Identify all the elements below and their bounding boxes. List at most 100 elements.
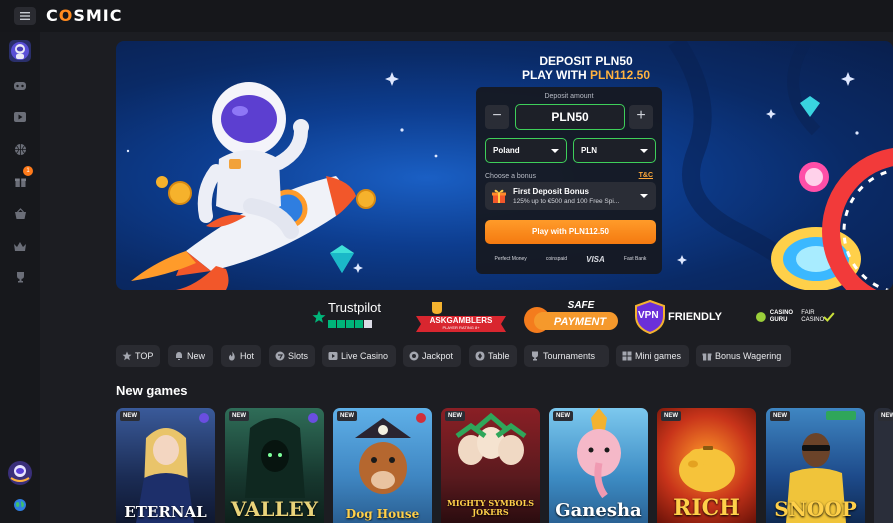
live-icon	[328, 352, 338, 360]
grid-icon	[622, 351, 632, 361]
gift-icon[interactable]: 1	[9, 166, 33, 192]
payment-label: PAYMENT	[553, 316, 607, 328]
filter-slots[interactable]: Slots	[269, 345, 315, 367]
gamepad-icon[interactable]	[9, 75, 31, 97]
casino-guru-logo[interactable]: CASINO GURU FAIR CASINO	[755, 300, 835, 334]
basket-icon[interactable]	[9, 203, 31, 225]
filter-bonus-wagering[interactable]: Bonus Wagering	[696, 345, 791, 367]
perfect-money-logo: Perfect Money	[494, 256, 527, 262]
currency-select[interactable]: PLN	[573, 138, 656, 163]
trophy-icon[interactable]	[9, 266, 31, 288]
filter-mini-games[interactable]: Mini games	[616, 345, 689, 367]
promo-title: DEPOSIT PLN50 PLAY WITH PLN112.50	[476, 54, 696, 82]
game-card[interactable]: NEW SNOOP	[766, 408, 865, 523]
askgamblers-sub: PLAYER RATING 8+	[442, 325, 480, 330]
bell-icon	[176, 352, 182, 360]
filter-tournaments[interactable]: Tournaments	[524, 345, 609, 367]
section-title: New games	[116, 383, 188, 398]
game-art	[355, 413, 426, 494]
avatar[interactable]	[9, 40, 31, 62]
play-button[interactable]: Play with PLN112.50	[485, 220, 656, 244]
decrease-amount-button[interactable]: −	[485, 105, 509, 129]
new-badge: NEW	[337, 411, 357, 421]
star-icon	[122, 351, 132, 361]
site-logo[interactable]: COSMIC	[46, 6, 123, 25]
chevron-down-icon	[640, 194, 648, 198]
filter-hot[interactable]: Hot	[221, 345, 261, 367]
globe-icon[interactable]	[9, 494, 31, 516]
new-badge: NEW	[445, 411, 465, 421]
vpn-friendly-logo[interactable]: VPN FRIENDLY	[634, 300, 730, 334]
bonus-description: 125% up to €500 and 100 Free Spi...	[513, 198, 620, 205]
askgamblers-logo[interactable]: ASKGAMBLERS PLAYER RATING 8+	[412, 300, 510, 334]
promo-icon[interactable]	[7, 460, 33, 486]
new-badge: NEW	[878, 411, 893, 421]
game-title: MIGHTY SYMBOLS JOKERS	[446, 499, 535, 517]
crown-icon[interactable]	[9, 235, 31, 257]
filter-label: New	[187, 351, 206, 361]
country-value: Poland	[493, 146, 520, 155]
terms-link[interactable]: T&C	[639, 172, 653, 179]
new-badge: NEW	[120, 411, 140, 421]
game-card[interactable]: NEW Ganesha	[549, 408, 648, 523]
filter-label: Jackpot	[422, 351, 454, 361]
game-card[interactable]: NEW RICH	[657, 408, 756, 523]
chevron-down-icon	[551, 149, 559, 153]
country-select[interactable]: Poland	[485, 138, 567, 163]
game-title: Ganesha	[555, 500, 642, 521]
game-card[interactable]: NEW VALLEY	[225, 408, 324, 523]
filter-label: Table	[488, 351, 510, 361]
deposit-amount-input[interactable]: PLN50	[515, 104, 625, 130]
new-badge: NEW	[661, 411, 681, 421]
increase-amount-button[interactable]: +	[629, 105, 653, 129]
filter-jackpot[interactable]: Jackpot	[403, 345, 461, 367]
filter-live-casino[interactable]: Live Casino	[322, 345, 396, 367]
promo-line-2-prefix: PLAY WITH	[521, 68, 590, 82]
promo-line-1: DEPOSIT PLN50	[539, 54, 633, 68]
bonus-select[interactable]: First Deposit Bonus 125% up to €500 and …	[485, 182, 656, 210]
friendly-label: FRIENDLY	[668, 311, 722, 323]
notification-badge: 1	[23, 166, 33, 176]
fair-casino-label: FAIR CASINO	[801, 310, 825, 323]
filter-table[interactable]: Table	[469, 345, 517, 367]
table-icon	[475, 351, 485, 361]
hero-banner[interactable]: DEPOSIT PLN50 PLAY WITH PLN112.50 Deposi…	[116, 41, 893, 290]
sidebar: 1	[0, 32, 40, 523]
filter-new[interactable]: New	[168, 345, 213, 367]
vpn-label: VPN	[638, 310, 659, 321]
fire-icon	[229, 351, 235, 361]
star-icon	[312, 310, 326, 323]
deposit-amount-label: Deposit amount	[544, 93, 594, 100]
deposit-panel: Deposit amount − PLN50 + Poland PLN Choo…	[476, 87, 662, 274]
play-icon[interactable]	[9, 106, 31, 128]
filter-label: Hot	[240, 351, 255, 361]
filter-label: Mini games	[635, 351, 682, 361]
game-title: RICH	[673, 495, 740, 521]
trophy-icon	[532, 351, 538, 361]
trustpilot-logo[interactable]: Trustpilot	[312, 300, 402, 334]
currency-value: PLN	[581, 146, 597, 155]
filter-label: Bonus Wagering	[715, 351, 782, 361]
hamburger-menu-icon[interactable]	[14, 7, 36, 25]
game-title: ETERNAL	[124, 503, 207, 521]
game-card[interactable]: NEW MIGHTY SYMBOLS JOKERS	[441, 408, 540, 523]
filter-top[interactable]: TOP	[116, 345, 160, 367]
promo-line-2: PLAY WITH PLN112.50	[476, 68, 696, 82]
safe-payment-logo[interactable]: SAFE PAYMENT	[522, 300, 620, 334]
logo-suffix: SMIC	[73, 6, 123, 25]
game-card[interactable]: NEW Dog House	[333, 408, 432, 523]
filter-label: Tournaments	[543, 351, 596, 361]
basketball-icon[interactable]	[9, 138, 31, 160]
game-title: SNOOP	[774, 497, 857, 521]
game-card[interactable]: NEW	[874, 408, 893, 523]
app-root: COSMIC 1 DEPOSIT PLN50 PLAY WITH PLN112.…	[0, 0, 893, 523]
top-bar: COSMIC	[0, 0, 893, 32]
jackpot-icon	[409, 351, 419, 361]
game-card[interactable]: NEW ETERNAL	[116, 408, 215, 523]
chevron-down-icon	[640, 149, 648, 153]
gift-icon	[491, 188, 507, 207]
check-icon	[823, 312, 835, 322]
trustpilot-text: Trustpilot	[328, 301, 381, 333]
payment-methods: Perfect Money coinspaid VISA Fast Bank	[485, 251, 656, 267]
guru-icon	[755, 312, 766, 322]
